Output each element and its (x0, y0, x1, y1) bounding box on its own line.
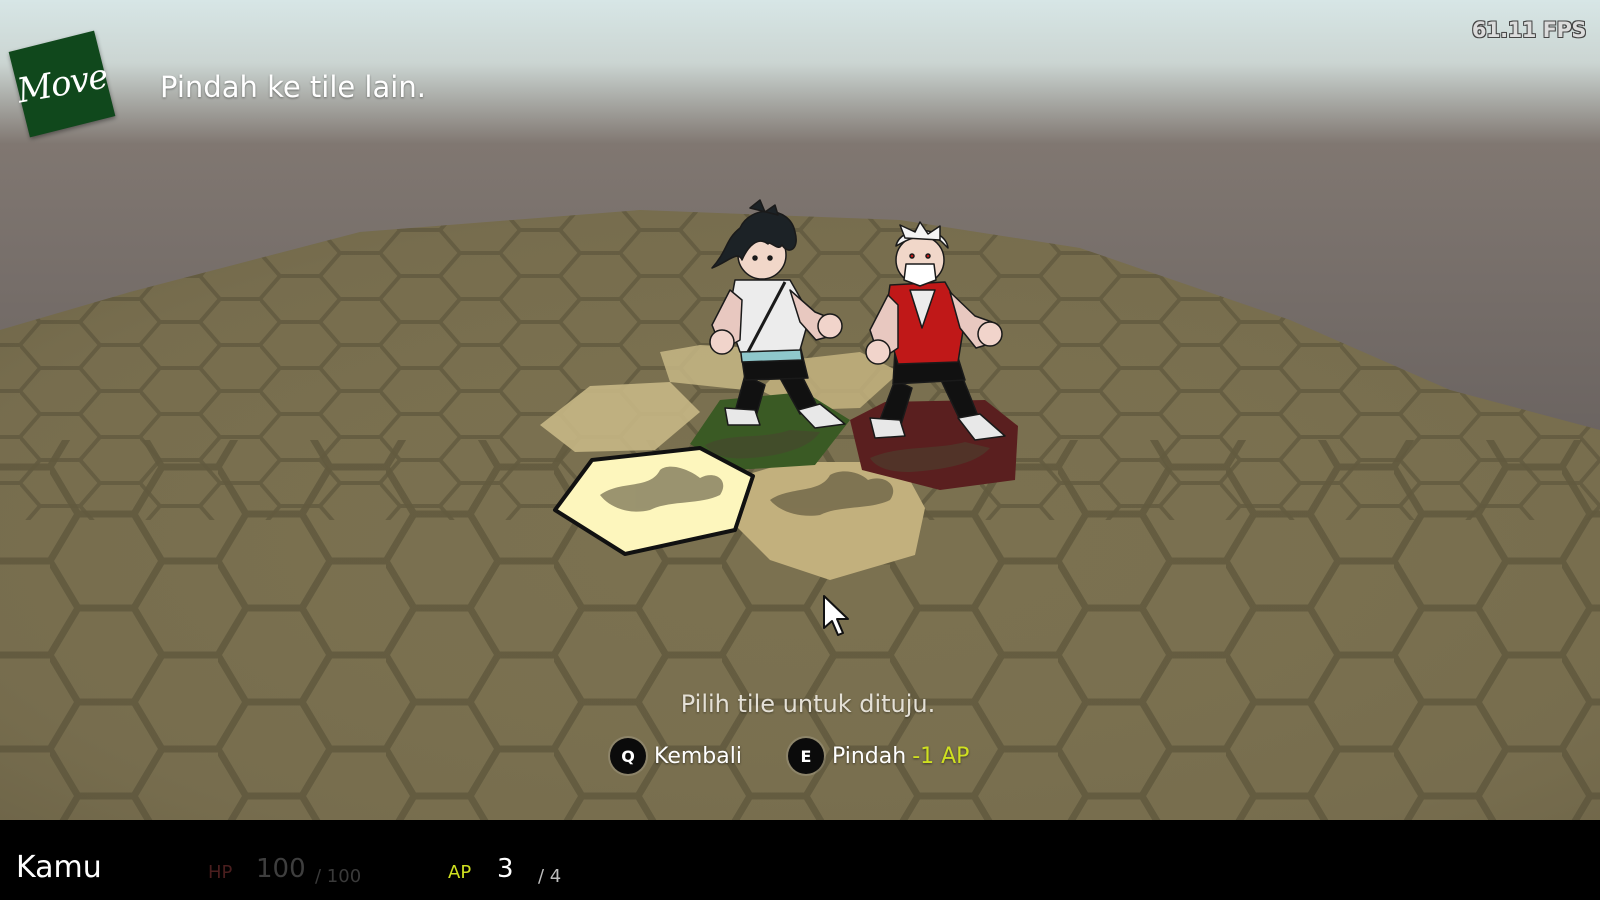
fps-counter: 61.11 FPS (1471, 18, 1587, 42)
mouse-cursor-icon (823, 595, 849, 636)
unit-status-bar: Kamu HP 100 / 100 AP 3 / 4 (0, 820, 1600, 900)
action-description: Pindah ke tile lain. (160, 70, 426, 104)
move-label: Pindah (831, 743, 907, 769)
action-badge-label: Move (13, 56, 111, 112)
move-ap-cost: -1 AP (912, 743, 970, 769)
hp-label: HP (208, 862, 233, 883)
instruction-hint: Pilih tile untuk dituju. (680, 690, 936, 718)
e-key-icon: E (787, 738, 824, 774)
unit-name: Kamu (16, 850, 102, 885)
ap-label: AP (448, 862, 472, 883)
ap-value: 3 (497, 854, 514, 884)
control-prompts: Q Kembali E Pindah -1 AP (610, 738, 1015, 774)
q-key-icon: Q (610, 738, 646, 774)
ap-max: / 4 (538, 866, 562, 887)
back-label: Kembali (654, 743, 742, 769)
move-control[interactable]: E Pindah -1 AP (787, 738, 970, 774)
hp-value: 100 (256, 854, 306, 884)
back-control[interactable]: Q Kembali (610, 738, 742, 774)
hp-max: / 100 (315, 866, 362, 887)
